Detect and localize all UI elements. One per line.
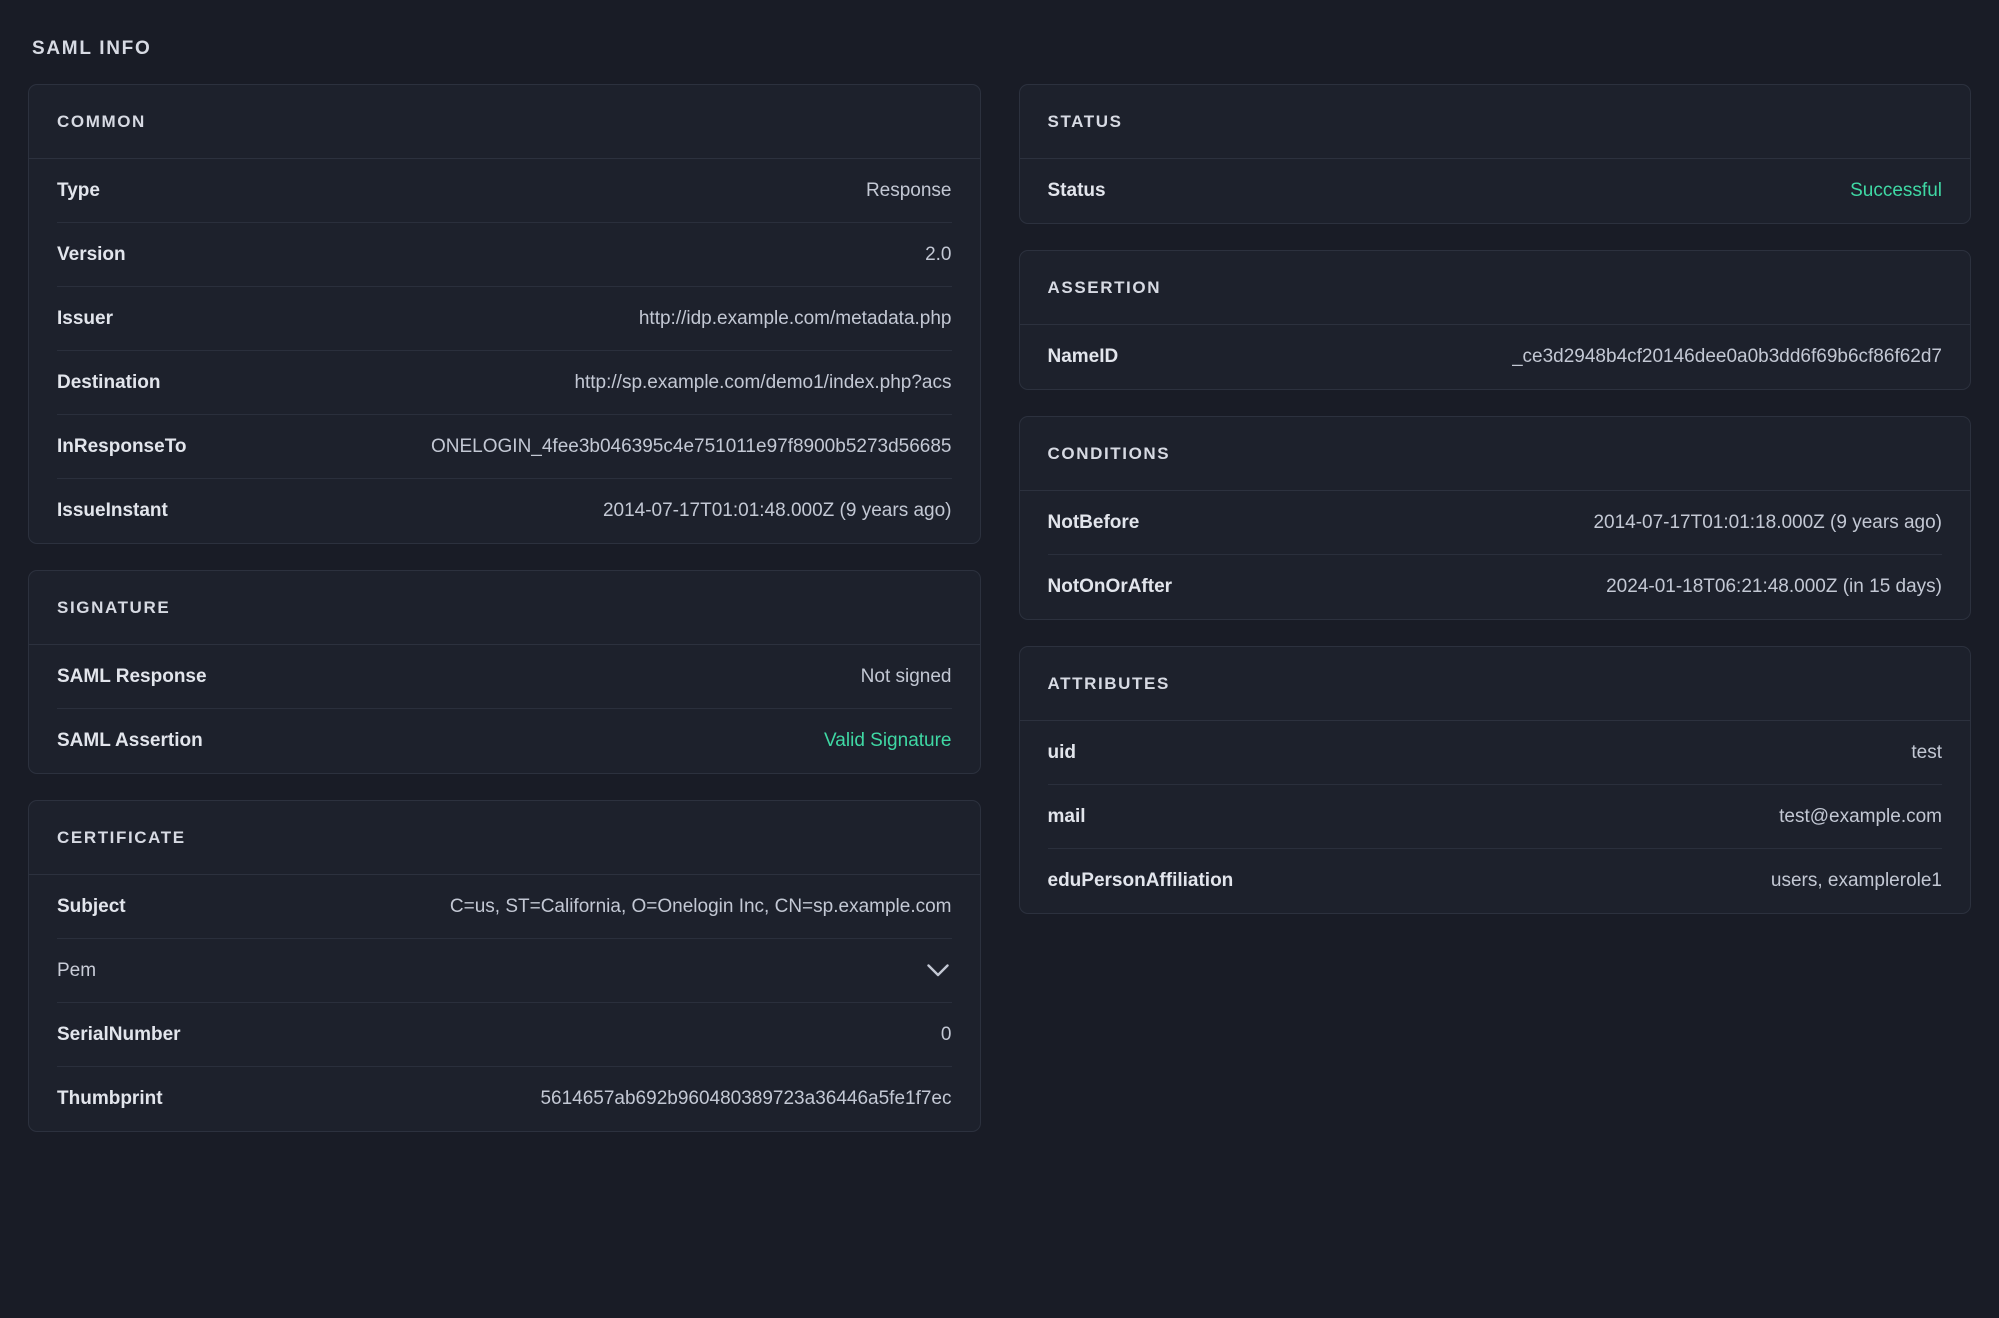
card-attributes: ATTRIBUTES uid test mail test@example.com edu…	[1019, 646, 1972, 914]
detail-row: mail test@example.com	[1048, 785, 1943, 849]
card-header-signature: SIGNATURE	[29, 571, 980, 645]
row-value: 5614657ab692b960480389723a36446a5fe1f7ec	[540, 1088, 951, 1110]
detail-row: NotOnOrAfter 2024-01-18T06:21:48.000Z (in…	[1048, 555, 1943, 619]
row-label: eduPersonAffiliation	[1048, 870, 1234, 892]
row-value: Not signed	[861, 666, 952, 688]
row-value: C=us, ST=California, O=Onelogin Inc, CN=…	[450, 896, 952, 918]
row-value: Response	[866, 180, 952, 202]
detail-row[interactable]: Pem	[57, 939, 952, 1003]
left-column: COMMON Type Response Version 2.0 Issuer http:/…	[28, 84, 981, 1132]
card-title: ASSERTION	[1048, 278, 1943, 298]
row-value: Successful	[1850, 180, 1942, 202]
row-label: IssueInstant	[57, 500, 168, 522]
row-label: SerialNumber	[57, 1024, 181, 1046]
row-label: NotOnOrAfter	[1048, 576, 1173, 598]
detail-row: NameID _ce3d2948b4cf20146dee0a0b3dd6f69b6…	[1048, 325, 1943, 389]
row-label: Version	[57, 244, 126, 266]
detail-row: Status Successful	[1048, 159, 1943, 223]
row-label: InResponseTo	[57, 436, 187, 458]
card-title: ATTRIBUTES	[1048, 674, 1943, 694]
card-body-conditions: NotBefore 2014-07-17T01:01:18.000Z (9 yea…	[1020, 491, 1971, 619]
detail-row: Issuer http://idp.example.com/metadata.ph…	[57, 287, 952, 351]
card-body-certificate: Subject C=us, ST=California, O=Onelogin I…	[29, 875, 980, 1131]
cards-layout: COMMON Type Response Version 2.0 Issuer http:/…	[28, 84, 1971, 1132]
row-value: http://idp.example.com/metadata.php	[639, 308, 952, 330]
detail-row: InResponseTo ONELOGIN_4fee3b046395c4e7510…	[57, 415, 952, 479]
row-value: test@example.com	[1779, 806, 1942, 828]
card-header-assertion: ASSERTION	[1020, 251, 1971, 325]
row-value: users, examplerole1	[1771, 870, 1942, 892]
card-header-status: STATUS	[1020, 85, 1971, 159]
row-value: 2014-07-17T01:01:48.000Z (9 years ago)	[603, 500, 952, 522]
row-label: Pem	[57, 960, 96, 982]
card-assertion: ASSERTION NameID _ce3d2948b4cf20146dee0a0b…	[1019, 250, 1972, 390]
row-label: SAML Assertion	[57, 730, 203, 752]
row-label: NotBefore	[1048, 512, 1140, 534]
card-signature: SIGNATURE SAML Response Not signed SAML Ass…	[28, 570, 981, 774]
detail-row: Thumbprint 5614657ab692b960480389723a3644…	[57, 1067, 952, 1131]
card-title: CERTIFICATE	[57, 828, 952, 848]
card-conditions: CONDITIONS NotBefore 2014-07-17T01:01:18.0…	[1019, 416, 1972, 620]
row-value: http://sp.example.com/demo1/index.php?ac…	[574, 372, 951, 394]
row-value: _ce3d2948b4cf20146dee0a0b3dd6f69b6cf86f6…	[1512, 346, 1942, 368]
row-label: mail	[1048, 806, 1086, 828]
card-header-certificate: CERTIFICATE	[29, 801, 980, 875]
row-value: Valid Signature	[824, 730, 951, 752]
detail-row: IssueInstant 2014-07-17T01:01:48.000Z (9 …	[57, 479, 952, 543]
detail-row: uid test	[1048, 721, 1943, 785]
detail-row: Destination http://sp.example.com/demo1/i…	[57, 351, 952, 415]
row-label: NameID	[1048, 346, 1119, 368]
detail-row: Version 2.0	[57, 223, 952, 287]
card-body-common: Type Response Version 2.0 Issuer http://idp.e…	[29, 159, 980, 543]
row-value: 2014-07-17T01:01:18.000Z (9 years ago)	[1593, 512, 1942, 534]
card-title: CONDITIONS	[1048, 444, 1943, 464]
card-header-conditions: CONDITIONS	[1020, 417, 1971, 491]
row-label: Status	[1048, 180, 1106, 202]
card-title: COMMON	[57, 112, 952, 132]
row-value: test	[1911, 742, 1942, 764]
detail-row: SerialNumber 0	[57, 1003, 952, 1067]
row-value: 2.0	[925, 244, 951, 266]
row-label: Type	[57, 180, 100, 202]
row-value: 0	[941, 1024, 952, 1046]
detail-row: NotBefore 2014-07-17T01:01:18.000Z (9 yea…	[1048, 491, 1943, 555]
card-body-signature: SAML Response Not signed SAML Assertion Val…	[29, 645, 980, 773]
card-body-attributes: uid test mail test@example.com eduPersonAffi…	[1020, 721, 1971, 913]
saml-info-page: SAML INFO COMMON Type Response Version 2.0 Is…	[0, 0, 1999, 1318]
card-status: STATUS Status Successful	[1019, 84, 1972, 224]
detail-row: SAML Response Not signed	[57, 645, 952, 709]
card-header-attributes: ATTRIBUTES	[1020, 647, 1971, 721]
card-body-status: Status Successful	[1020, 159, 1971, 223]
card-common: COMMON Type Response Version 2.0 Issuer http:/…	[28, 84, 981, 544]
row-value: ONELOGIN_4fee3b046395c4e751011e97f8900b5…	[431, 436, 952, 458]
detail-row: Subject C=us, ST=California, O=Onelogin I…	[57, 875, 952, 939]
detail-row: eduPersonAffiliation users, examplerole1	[1048, 849, 1943, 913]
card-title: STATUS	[1048, 112, 1943, 132]
row-label: Subject	[57, 896, 126, 918]
card-body-assertion: NameID _ce3d2948b4cf20146dee0a0b3dd6f69b6…	[1020, 325, 1971, 389]
card-header-common: COMMON	[29, 85, 980, 159]
row-label: Issuer	[57, 308, 113, 330]
row-label: Thumbprint	[57, 1088, 163, 1110]
right-column: STATUS Status Successful ASSERTION NameID _ce…	[1019, 84, 1972, 914]
row-label: SAML Response	[57, 666, 207, 688]
row-label: Destination	[57, 372, 160, 394]
detail-row: SAML Assertion Valid Signature	[57, 709, 952, 773]
card-certificate: CERTIFICATE Subject C=us, ST=California, O…	[28, 800, 981, 1132]
row-value: 2024-01-18T06:21:48.000Z (in 15 days)	[1606, 576, 1942, 598]
chevron-down-icon[interactable]	[924, 957, 952, 985]
row-label: uid	[1048, 742, 1077, 764]
page-title: SAML INFO	[32, 38, 1971, 60]
detail-row: Type Response	[57, 159, 952, 223]
card-title: SIGNATURE	[57, 598, 952, 618]
